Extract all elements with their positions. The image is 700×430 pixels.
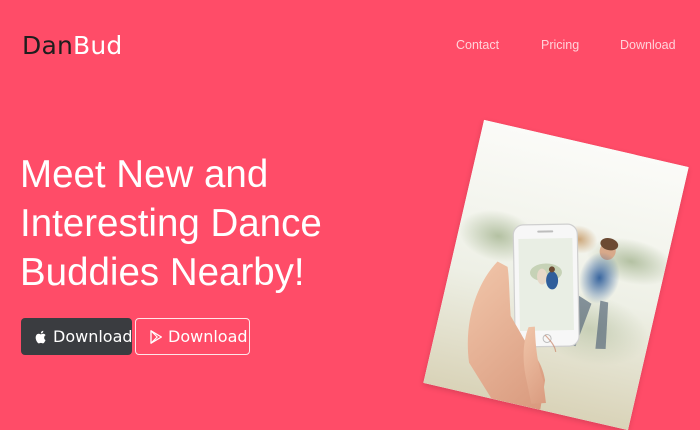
headline-line-2: Interesting Dance [20,202,322,245]
top-navbar: DanBud Contact Pricing Download [0,0,700,90]
hero-headline: Meet New and Interesting Dance Buddies N… [20,150,440,297]
brand-name-part1: Dan [22,31,74,60]
headline-line-1: Meet New and [20,153,269,196]
play-store-download-label: Download [168,327,248,346]
dance-photo-illustration [423,119,689,430]
brand-logo[interactable]: DanBud [22,32,122,60]
nav-link-contact[interactable]: Contact [456,38,499,54]
app-store-download-button[interactable]: Download [21,318,133,355]
hero-photo-phone-in-hand [423,119,689,430]
play-store-icon [148,329,164,345]
nav-link-pricing[interactable]: Pricing [541,38,579,54]
play-store-download-button[interactable]: Download [135,318,250,355]
headline-line-3: Buddies Nearby! [20,251,305,294]
apple-icon [33,329,49,345]
brand-name-part2: Bud [73,31,123,60]
nav-link-download[interactable]: Download [620,38,676,54]
app-store-download-label: Download [53,327,133,346]
